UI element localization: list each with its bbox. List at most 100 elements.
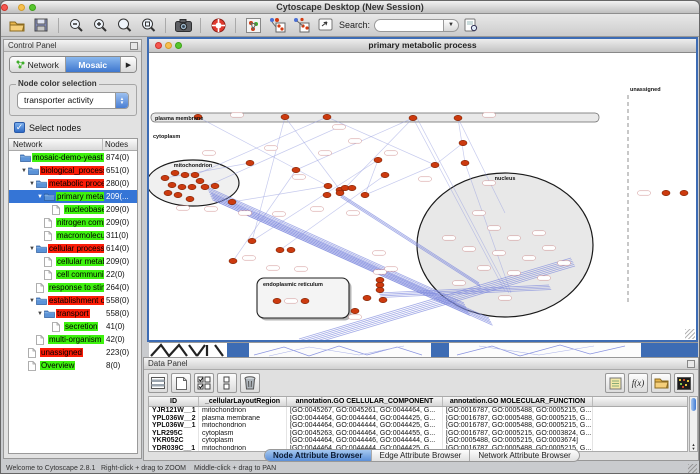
graph-node[interactable] bbox=[196, 178, 204, 183]
graph-node[interactable] bbox=[409, 115, 417, 120]
graph-node[interactable] bbox=[363, 295, 371, 300]
zoom-fit-button[interactable] bbox=[136, 15, 160, 35]
annotation-button[interactable] bbox=[313, 15, 337, 35]
expand-arrow-icon[interactable]: ▼ bbox=[20, 168, 28, 174]
graph-node[interactable] bbox=[281, 114, 289, 119]
graph-node[interactable] bbox=[168, 182, 176, 187]
graph-node[interactable] bbox=[292, 167, 300, 172]
save-button[interactable] bbox=[29, 15, 53, 35]
table-scrollbar[interactable]: ▲▼ bbox=[689, 396, 698, 452]
graph-node[interactable] bbox=[301, 298, 309, 303]
table-row[interactable]: YPL036W__2plasma membrane[GO:0044464, GO… bbox=[149, 415, 687, 423]
tab-edge-attribute-browser[interactable]: Edge Attribute Browser bbox=[372, 450, 471, 461]
table-column-header[interactable]: ID bbox=[149, 397, 199, 406]
graph-node[interactable] bbox=[191, 172, 199, 177]
float-panel-icon[interactable] bbox=[687, 360, 695, 368]
tab-node-attribute-browser[interactable]: Node Attribute Browser bbox=[265, 450, 372, 461]
tree-row[interactable]: Overview8(0) bbox=[9, 359, 137, 372]
minimize-window-icon[interactable] bbox=[18, 4, 25, 11]
resize-grip-icon[interactable] bbox=[685, 329, 695, 339]
graph-node[interactable] bbox=[336, 190, 344, 195]
background-window[interactable] bbox=[149, 342, 227, 357]
expand-arrow-icon[interactable]: ▼ bbox=[36, 311, 44, 317]
graph-node[interactable] bbox=[323, 114, 331, 119]
table-column-header[interactable]: annotation.GO CELLULAR_COMPONENT bbox=[287, 397, 443, 406]
network-window-titlebar[interactable]: primary metabolic process bbox=[149, 39, 696, 53]
background-window[interactable] bbox=[641, 342, 698, 357]
open-button[interactable] bbox=[5, 15, 29, 35]
tree-row[interactable]: secretion41(0) bbox=[9, 320, 137, 333]
tree-row[interactable]: cell communicat22(0) bbox=[9, 268, 137, 281]
graph-node[interactable] bbox=[178, 184, 186, 189]
tree-row[interactable]: response to stimulu264(0) bbox=[9, 281, 137, 294]
close-view-icon[interactable] bbox=[155, 42, 162, 49]
graph-node[interactable] bbox=[246, 160, 254, 165]
tree-row[interactable]: cellular metabo209(0) bbox=[9, 255, 137, 268]
unselect-attributes-button[interactable] bbox=[217, 373, 237, 393]
table-column-header[interactable]: _cellularLayoutRegion bbox=[199, 397, 287, 406]
graph-node[interactable] bbox=[431, 162, 439, 167]
graph-node[interactable] bbox=[171, 170, 179, 175]
zoom-selected-button[interactable] bbox=[112, 15, 136, 35]
tree-row[interactable]: ▼biological_process651(0) bbox=[9, 164, 137, 177]
graph-node[interactable] bbox=[228, 199, 236, 204]
graph-node[interactable] bbox=[351, 308, 359, 313]
tree-row[interactable]: ▼transport558(0) bbox=[9, 307, 137, 320]
table-row[interactable]: YLR295Ccytoplasm[GO:0045263, GO:0044464,… bbox=[149, 430, 687, 438]
tree-row[interactable]: unassigned223(0) bbox=[9, 346, 137, 359]
zoom-out-button[interactable] bbox=[64, 15, 88, 35]
search-settings-button[interactable] bbox=[459, 15, 483, 35]
graph-node[interactable] bbox=[229, 258, 237, 263]
tree-row[interactable]: multi-organism pro42(0) bbox=[9, 333, 137, 346]
table-column-header[interactable]: annotation.GO MOLECULAR_FUNCTION bbox=[443, 397, 593, 406]
tree-row[interactable]: ▼metabolic process280(0) bbox=[9, 177, 137, 190]
snapshot-button[interactable] bbox=[171, 15, 195, 35]
graph-node[interactable] bbox=[461, 160, 469, 165]
zoom-in-button[interactable] bbox=[88, 15, 112, 35]
graph-node[interactable] bbox=[287, 247, 295, 252]
select-attributes-button[interactable] bbox=[194, 373, 214, 393]
window-titlebar[interactable]: Cytoscape Desktop (New Session) bbox=[1, 1, 699, 14]
tree-row[interactable]: mosaic-demo-yeast874(0) bbox=[9, 151, 137, 164]
close-window-icon[interactable] bbox=[1, 4, 8, 11]
background-window[interactable] bbox=[227, 342, 249, 357]
graph-node[interactable] bbox=[174, 192, 182, 197]
scrollbar-arrows-icon[interactable]: ▲▼ bbox=[690, 443, 697, 451]
graph-node[interactable] bbox=[348, 185, 356, 190]
tree-row[interactable]: nucleobase-209(0) bbox=[9, 203, 137, 216]
attribute-matrix-button[interactable] bbox=[674, 373, 694, 393]
minimize-view-icon[interactable] bbox=[165, 42, 172, 49]
expand-arrow-icon[interactable]: ▼ bbox=[36, 194, 44, 200]
graph-node[interactable] bbox=[324, 183, 332, 188]
tree-row[interactable]: ▼establishment of lo558(0) bbox=[9, 294, 137, 307]
delete-attribute-button[interactable] bbox=[240, 373, 260, 393]
graph-node[interactable] bbox=[161, 175, 169, 180]
tab-mosaic[interactable]: Mosaic bbox=[66, 57, 122, 72]
graph-node[interactable] bbox=[211, 183, 219, 188]
layout-merge-button[interactable] bbox=[289, 15, 313, 35]
new-attribute-button[interactable] bbox=[171, 373, 191, 393]
search-dropdown-icon[interactable]: ▼ bbox=[444, 19, 459, 32]
background-window[interactable] bbox=[431, 342, 449, 357]
graph-node[interactable] bbox=[381, 172, 389, 177]
tree-row[interactable]: nitrogen compo209(0) bbox=[9, 216, 137, 229]
plasma-membrane-region[interactable] bbox=[151, 113, 599, 122]
help-button[interactable] bbox=[206, 15, 230, 35]
tab-network[interactable]: Network bbox=[10, 57, 66, 72]
select-all-attributes-button[interactable] bbox=[148, 373, 168, 393]
background-window[interactable] bbox=[249, 342, 431, 357]
more-tabs-arrow-icon[interactable]: ▶ bbox=[121, 57, 136, 72]
tree-row[interactable]: ▼primary metabo209(... bbox=[9, 190, 137, 203]
background-window[interactable] bbox=[449, 342, 641, 357]
network-overview-button[interactable] bbox=[241, 15, 265, 35]
table-row[interactable]: YPL036W__1mitochondrion[GO:0044464, GO:0… bbox=[149, 422, 687, 430]
tab-network-attribute-browser[interactable]: Network Attribute Browser bbox=[470, 450, 578, 461]
graph-node[interactable] bbox=[459, 140, 467, 145]
graph-node[interactable] bbox=[186, 196, 194, 201]
graph-node[interactable] bbox=[323, 192, 331, 197]
formula-builder-button[interactable]: f(x) bbox=[628, 373, 648, 393]
graph-node[interactable] bbox=[248, 238, 256, 243]
expand-arrow-icon[interactable]: ▼ bbox=[28, 298, 36, 304]
graph-node[interactable] bbox=[181, 172, 189, 177]
attribute-notes-button[interactable] bbox=[605, 373, 625, 393]
